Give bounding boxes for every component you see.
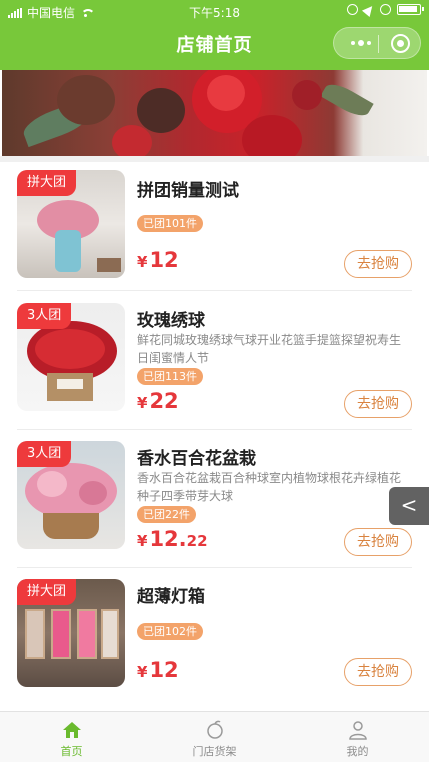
home-icon xyxy=(63,722,81,738)
product-image[interactable]: 3人团 xyxy=(17,303,125,411)
product-title: 超薄灯箱 xyxy=(137,587,205,607)
tab-home[interactable]: 首页 xyxy=(0,712,143,762)
user-icon xyxy=(349,721,367,740)
tab-label: 首页 xyxy=(60,745,83,758)
tab-bar: 首页 门店货架 我的 xyxy=(0,711,429,762)
location-icon xyxy=(361,2,377,17)
battery-icon xyxy=(397,4,424,15)
product-image[interactable]: 3人团 xyxy=(17,441,125,549)
tab-label: 门店货架 xyxy=(192,745,237,758)
product-description: 鲜花同城玫瑰绣球气球开业花篮手提篮探望祝寿生日闺蜜情人节 xyxy=(137,333,402,365)
screen: 中国电信 下午5:18 店铺首页 拼大团 拼团销量测试 已团101件 ¥12 去… xyxy=(0,0,429,762)
status-bar: 中国电信 下午5:18 xyxy=(0,0,429,24)
tab-profile[interactable]: 我的 xyxy=(286,712,429,762)
product-card[interactable]: 拼大团 超薄灯箱 已团102件 ¥12 去抢购 xyxy=(0,574,429,712)
buy-button[interactable]: 去抢购 xyxy=(344,390,412,418)
product-price: ¥12 xyxy=(137,658,179,682)
product-card[interactable]: 3人团 香水百合花盆栽 香水百合花盆栽百合种球室内植物球根花卉绿植花种子四季带芽… xyxy=(0,436,429,574)
product-description: 香水百合花盆栽百合种球室内植物球根花卉绿植花种子四季带芽大球 xyxy=(137,471,402,503)
buy-button[interactable]: 去抢购 xyxy=(344,250,412,278)
row-divider xyxy=(17,429,412,430)
product-image[interactable]: 拼大团 xyxy=(17,170,125,278)
lock-rotation-icon xyxy=(347,4,358,15)
buy-button[interactable]: 去抢购 xyxy=(344,528,412,556)
mini-program-capsule xyxy=(333,27,421,59)
product-image[interactable]: 拼大团 xyxy=(17,579,125,687)
product-price: ¥22 xyxy=(137,389,179,413)
more-menu-icon[interactable] xyxy=(346,28,376,58)
group-tag: 拼大团 xyxy=(17,579,77,605)
joined-badge: 已团101件 xyxy=(137,215,203,232)
row-divider xyxy=(17,567,412,568)
joined-badge: 已团22件 xyxy=(137,506,196,523)
shelf-icon xyxy=(207,720,223,739)
group-tag: 3人团 xyxy=(17,441,72,467)
product-price: ¥12.22 xyxy=(137,527,208,551)
chevron-left-icon[interactable]: < xyxy=(389,487,429,525)
store-banner[interactable] xyxy=(2,70,427,156)
alarm-icon xyxy=(380,4,391,15)
close-program-icon[interactable] xyxy=(391,34,410,53)
product-title: 香水百合花盆栽 xyxy=(137,449,256,469)
group-tag: 3人团 xyxy=(17,303,72,329)
product-title: 拼团销量测试 xyxy=(137,181,239,201)
capsule-divider xyxy=(378,35,379,53)
product-card[interactable]: 3人团 玫瑰绣球 鲜花同城玫瑰绣球气球开业花篮手提篮探望祝寿生日闺蜜情人节 已团… xyxy=(0,298,429,436)
product-card[interactable]: 拼大团 拼团销量测试 已团101件 ¥12 去抢购 xyxy=(0,160,429,298)
group-tag: 拼大团 xyxy=(17,170,77,196)
joined-badge: 已团102件 xyxy=(137,623,203,640)
top-bar: 中国电信 下午5:18 店铺首页 xyxy=(0,0,429,70)
product-title: 玫瑰绣球 xyxy=(137,311,205,331)
joined-badge: 已团113件 xyxy=(137,368,203,385)
buy-button[interactable]: 去抢购 xyxy=(344,658,412,686)
row-divider xyxy=(17,290,412,291)
tab-label: 我的 xyxy=(346,745,369,758)
product-price: ¥12 xyxy=(137,248,179,272)
tab-shelf[interactable]: 门店货架 xyxy=(143,712,286,762)
